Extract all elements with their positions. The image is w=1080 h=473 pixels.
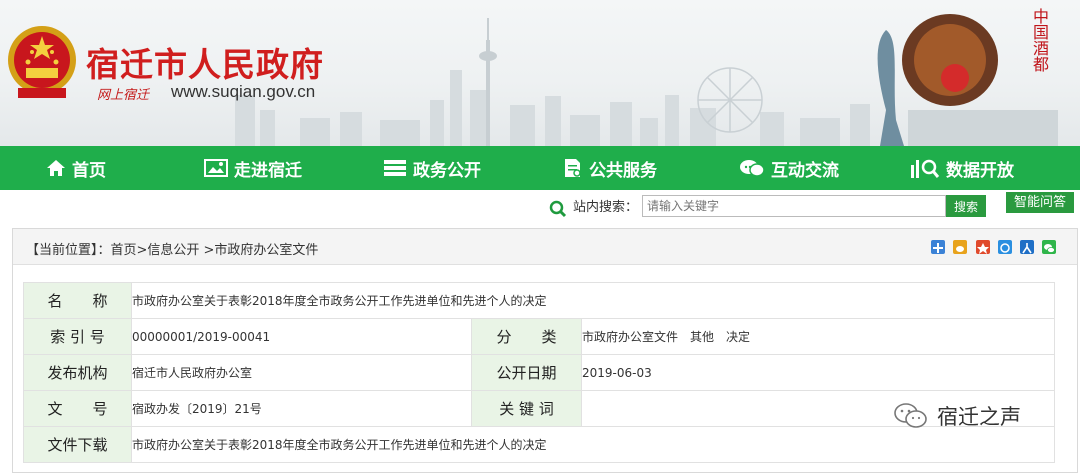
document-icon (565, 159, 581, 177)
pengyou-icon[interactable] (998, 240, 1012, 254)
weibo-icon[interactable] (953, 240, 967, 254)
index-value: 00000001/2019-00041 (131, 318, 472, 355)
download-link[interactable]: 市政府办公室关于表彰2018年度全市政务公开工作先进单位和先进个人的决定 (131, 426, 1055, 463)
breadcrumb-bar: 【当前位置】：首页>信息公开 >市政府办公室文件 (13, 229, 1077, 265)
category-label: 分 类 (471, 318, 582, 355)
home-icon (47, 160, 65, 176)
docno-value: 宿政办发〔2019〕21号 (131, 390, 472, 427)
search-icon (549, 200, 567, 218)
search-bar: 站内搜索： 搜索 智能问答 (0, 192, 1080, 222)
breadcrumb-prefix: 【当前位置】： (26, 243, 111, 258)
nav-item-public-service[interactable]: 公共服务 (563, 146, 657, 190)
wechat-icon[interactable] (1042, 240, 1056, 254)
stack-icon (384, 160, 406, 176)
name-value: 市政府办公室关于表彰2018年度全市政务公开工作先进单位和先进个人的决定 (131, 282, 1055, 319)
header-banner: 宿迁市人民政府 网上宿迁 www.suqian.gov.cn 中国酒都 (0, 0, 1080, 146)
nav-item-home[interactable]: 首页 (46, 146, 106, 190)
renren-icon[interactable] (1020, 240, 1034, 254)
table-row: 发布机构 宿迁市人民政府办公室 公开日期 2019-06-03 (23, 354, 1055, 391)
search-input[interactable] (642, 195, 946, 217)
site-slogan: 网上宿迁 (97, 88, 150, 103)
download-label: 文件下载 (23, 426, 132, 463)
side-calligraphy-text: 中国酒都 (1030, 8, 1049, 72)
table-row: 文件下载 市政府办公室关于表彰2018年度全市政务公开工作先进单位和先进个人的决… (23, 426, 1055, 463)
publisher-value: 宿迁市人民政府办公室 (131, 354, 472, 391)
nav-item-open-data[interactable]: 数据开放 (910, 146, 1014, 190)
image-icon (204, 159, 228, 177)
smart-qa-button[interactable]: 智能问答 (1006, 192, 1074, 213)
name-label: 名 称 (23, 282, 132, 319)
keywords-label: 关 键 词 (471, 390, 582, 427)
add-icon[interactable] (931, 240, 945, 254)
article-info-panel: 【当前位置】：首页>信息公开 >市政府办公室文件 名 称 市政府办公室关于表彰2… (12, 228, 1078, 473)
chat-icon (740, 160, 765, 177)
index-label: 索 引 号 (23, 318, 132, 355)
breadcrumb: 【当前位置】：首页>信息公开 >市政府办公室文件 (26, 239, 318, 258)
watermark-text: 宿迁之声 (937, 405, 1021, 429)
publisher-label: 发布机构 (23, 354, 132, 391)
data-icon (911, 159, 940, 178)
docno-label: 文 号 (23, 390, 132, 427)
main-nav: 首页 走进宿迁 政务公开 公共服务 互动交流 数据开放 (0, 146, 1080, 190)
table-row: 名 称 市政府办公室关于表彰2018年度全市政务公开工作先进单位和先进个人的决定 (23, 282, 1055, 319)
document-meta-table: 名 称 市政府办公室关于表彰2018年度全市政务公开工作先进单位和先进个人的决定… (23, 282, 1055, 463)
nav-item-label: 互动交流 (771, 160, 839, 181)
breadcrumb-path[interactable]: 首页>信息公开 >市政府办公室文件 (111, 243, 319, 258)
date-label: 公开日期 (471, 354, 582, 391)
site-domain: www.suqian.gov.cn (171, 82, 316, 101)
nav-item-gov-affairs[interactable]: 政务公开 (383, 146, 481, 190)
nav-item-label: 首页 (72, 160, 106, 181)
wechat-logo-icon (894, 403, 927, 428)
search-button[interactable]: 搜索 (946, 195, 986, 217)
category-value: 市政府办公室文件 其他 决定 (581, 318, 1055, 355)
nav-item-label: 走进宿迁 (234, 160, 302, 181)
search-label: 站内搜索： (573, 200, 639, 215)
nav-item-label: 公共服务 (589, 160, 657, 181)
date-value: 2019-06-03 (581, 354, 1055, 391)
wechat-watermark: 宿迁之声 (893, 401, 1021, 431)
table-row: 索 引 号 00000001/2019-00041 分 类 市政府办公室文件 其… (23, 318, 1055, 355)
nav-item-label: 数据开放 (946, 160, 1014, 181)
nav-item-interaction[interactable]: 互动交流 (739, 146, 839, 190)
nav-item-about[interactable]: 走进宿迁 (204, 146, 302, 190)
national-emblem-icon (8, 26, 76, 98)
qzone-icon[interactable] (976, 240, 990, 254)
site-title: 宿迁市人民政府 (86, 45, 324, 84)
nav-item-label: 政务公开 (413, 160, 481, 181)
